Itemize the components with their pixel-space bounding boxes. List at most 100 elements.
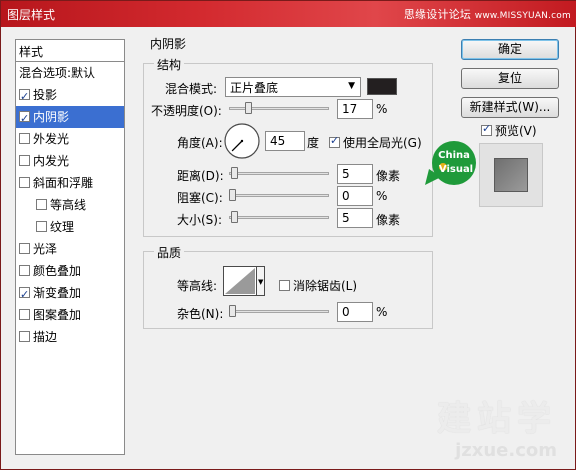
preview-option[interactable]: 预览(V) <box>481 122 537 139</box>
noise-unit: % <box>376 305 388 319</box>
style-list-item[interactable]: 内阴影 <box>16 106 124 130</box>
style-item-label: 光泽 <box>33 242 58 256</box>
style-item-checkbox[interactable] <box>36 199 47 210</box>
antialias-checkbox[interactable] <box>279 280 290 291</box>
style-list-item[interactable]: 光泽 <box>16 238 124 260</box>
style-item-checkbox[interactable] <box>19 309 30 320</box>
distance-label: 距离(D): <box>177 169 224 183</box>
choke-unit: % <box>376 189 388 203</box>
title-bar: 图层样式 思缘设计论坛 www.MISSYUAN.com <box>1 1 576 27</box>
style-list-header: 样式 <box>16 40 124 62</box>
noise-value: 0 <box>342 305 350 319</box>
chevron-down-icon: ▼ <box>348 81 355 91</box>
choke-slider-thumb[interactable] <box>229 189 236 201</box>
style-item-checkbox[interactable] <box>19 284 30 306</box>
style-item-checkbox[interactable] <box>19 243 30 254</box>
footer-watermark-logo: 建站学 <box>437 399 557 439</box>
new-style-button[interactable]: 新建样式(W)... <box>461 97 559 118</box>
style-item-label: 渐变叠加 <box>33 286 82 300</box>
window-title: 图层样式 <box>7 8 56 22</box>
opacity-slider-thumb[interactable] <box>244 102 252 114</box>
style-item-checkbox[interactable] <box>19 86 30 108</box>
china-visual-logo: China Visual <box>425 141 476 185</box>
preview-checkbox[interactable] <box>481 122 492 136</box>
opacity-value: 17 <box>342 102 358 116</box>
ok-button[interactable]: 确定 <box>461 39 559 60</box>
layer-style-dialog: 图层样式 思缘设计论坛 www.MISSYUAN.com 样式 混合选项:默认投… <box>0 0 576 470</box>
choke-slider-track[interactable] <box>229 194 329 197</box>
style-list-item[interactable]: 混合选项:默认 <box>16 62 124 84</box>
watermark-text: 思缘设计论坛 <box>403 8 472 21</box>
structure-title: 结构 <box>154 56 185 73</box>
size-value: 5 <box>342 211 350 225</box>
angle-unit: 度 <box>307 136 320 150</box>
watermark-url: www.MISSYUAN.com <box>474 11 571 21</box>
style-list-item[interactable]: 斜面和浮雕 <box>16 172 124 194</box>
style-item-label: 描边 <box>33 330 58 344</box>
style-list-item[interactable]: 内发光 <box>16 150 124 172</box>
footer-watermark-url: jzxue.com <box>455 440 557 461</box>
angle-input[interactable]: 45 <box>265 131 305 151</box>
opacity-input[interactable]: 17 <box>337 99 373 119</box>
style-item-label: 内发光 <box>33 154 70 168</box>
style-list-item[interactable]: 等高线 <box>16 194 124 216</box>
blend-mode-label: 混合模式: <box>165 82 218 96</box>
angle-dial[interactable] <box>223 122 261 160</box>
angle-value: 45 <box>270 134 286 148</box>
style-list-item[interactable]: 渐变叠加 <box>16 282 124 306</box>
style-item-label: 混合选项:默认 <box>19 66 96 80</box>
style-list-item[interactable]: 纹理 <box>16 216 124 238</box>
noise-slider-thumb[interactable] <box>229 305 236 317</box>
global-light-label: 使用全局光(G) <box>343 136 422 150</box>
style-list-item[interactable]: 投影 <box>16 84 124 108</box>
style-list-panel: 样式 混合选项:默认投影内阴影外发光内发光斜面和浮雕等高线纹理光泽颜色叠加渐变叠… <box>15 39 125 455</box>
choke-value: 0 <box>342 189 350 203</box>
style-list-item[interactable]: 外发光 <box>16 128 124 150</box>
size-slider-track[interactable] <box>229 216 329 219</box>
distance-unit: 像素 <box>376 169 401 183</box>
noise-input[interactable]: 0 <box>337 302 373 322</box>
style-item-label: 内阴影 <box>33 110 70 124</box>
preview-square <box>494 158 528 192</box>
style-list-item[interactable]: 颜色叠加 <box>16 260 124 282</box>
global-light-checkbox[interactable] <box>329 134 340 148</box>
style-item-checkbox[interactable] <box>19 108 30 130</box>
shadow-color-swatch[interactable] <box>367 78 397 95</box>
distance-slider-track[interactable] <box>229 172 329 175</box>
style-list: 混合选项:默认投影内阴影外发光内发光斜面和浮雕等高线纹理光泽颜色叠加渐变叠加图案… <box>16 62 124 348</box>
antialias-option[interactable]: 消除锯齿(L) <box>279 277 357 294</box>
style-list-item[interactable]: 图案叠加 <box>16 304 124 326</box>
size-unit: 像素 <box>376 213 401 227</box>
blend-mode-select[interactable]: 正片叠底 ▼ <box>225 77 361 97</box>
global-light-option[interactable]: 使用全局光(G) <box>329 134 422 151</box>
distance-input[interactable]: 5 <box>337 164 373 184</box>
noise-slider-track[interactable] <box>229 310 329 313</box>
badge-line1: China <box>438 150 470 161</box>
size-slider-thumb[interactable] <box>230 211 238 223</box>
choke-label: 阻塞(C): <box>177 191 223 205</box>
style-item-checkbox[interactable] <box>19 155 30 166</box>
style-item-checkbox[interactable] <box>19 265 30 276</box>
contour-picker[interactable]: ▼ <box>223 266 265 296</box>
style-item-label: 纹理 <box>50 220 75 234</box>
reset-button[interactable]: 复位 <box>461 68 559 89</box>
style-item-checkbox[interactable] <box>19 331 30 342</box>
distance-slider-thumb[interactable] <box>230 167 238 179</box>
style-list-item[interactable]: 描边 <box>16 326 124 348</box>
choke-input[interactable]: 0 <box>337 186 373 206</box>
style-item-checkbox[interactable] <box>19 133 30 144</box>
footer-watermark: 建站学 jzxue.com <box>437 391 557 461</box>
style-item-label: 斜面和浮雕 <box>33 176 94 190</box>
opacity-unit: % <box>376 102 388 116</box>
style-preview <box>479 143 543 207</box>
size-input[interactable]: 5 <box>337 208 373 228</box>
site-watermark: 思缘设计论坛 www.MISSYUAN.com <box>404 6 571 22</box>
section-title: 内阴影 <box>147 35 190 52</box>
style-item-label: 等高线 <box>50 198 87 212</box>
size-label: 大小(S): <box>177 213 223 227</box>
angle-label: 角度(A): <box>177 136 223 150</box>
style-item-checkbox[interactable] <box>36 221 47 232</box>
style-item-checkbox[interactable] <box>19 177 30 188</box>
style-item-label: 图案叠加 <box>33 308 82 322</box>
preview-label: 预览(V) <box>495 124 537 138</box>
